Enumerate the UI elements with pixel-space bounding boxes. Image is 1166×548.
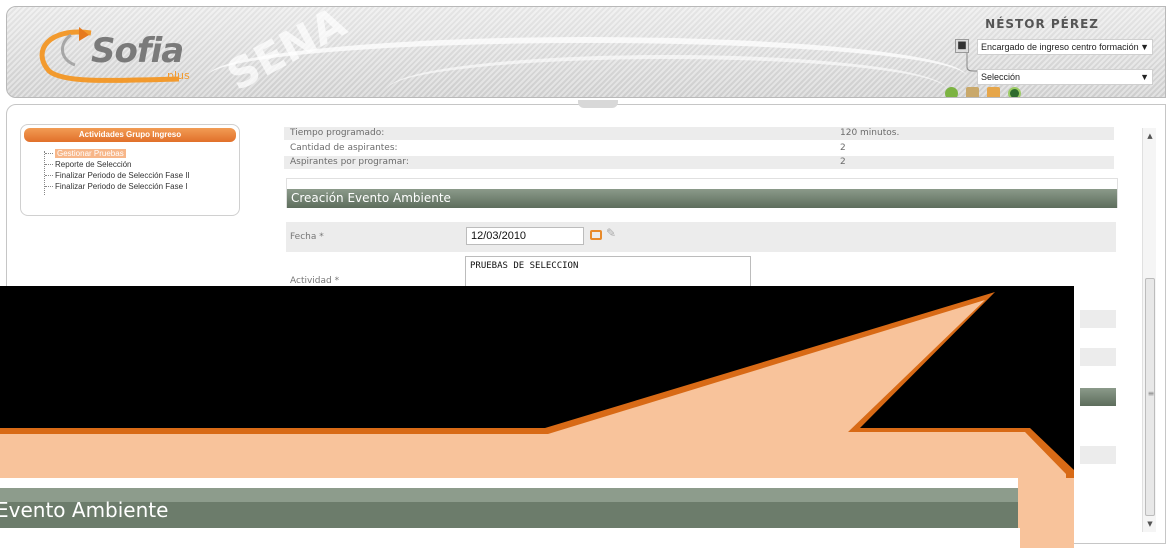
callout-section-title: Evento Ambiente — [0, 498, 169, 522]
form-row — [1080, 348, 1116, 366]
sofia-plus-logo: Sofia plus — [29, 21, 209, 85]
actividad-textarea[interactable]: PRUEBAS DE SELECCION — [465, 256, 751, 296]
app-header: SENA Sofia plus NÉSTOR PÉREZ ■ Encargado… — [6, 6, 1166, 98]
info-row: Cantidad de aspirantes: 2 — [284, 142, 1114, 155]
menu-item-reporte-seleccion[interactable]: Reporte de Selección — [45, 159, 239, 170]
menu-item-finalizar-fase-i[interactable]: Finalizar Periodo de Selección Fase I — [45, 181, 239, 192]
home-icon[interactable] — [987, 87, 1000, 97]
activities-menu: Actividades Grupo Ingreso Gestionar Prue… — [20, 124, 240, 216]
grip-icon: ≡ — [1147, 389, 1155, 398]
role-select-value: Encargado de ingreso centro formación — [981, 42, 1139, 52]
menu-title: Actividades Grupo Ingreso — [24, 128, 236, 142]
vertical-scrollbar[interactable]: ▲ ≡ ▼ — [1142, 128, 1156, 532]
help-icon[interactable] — [945, 87, 958, 97]
scroll-down-icon[interactable]: ▼ — [1143, 518, 1157, 530]
info-row: Aspirantes por programar: 2 — [284, 156, 1114, 169]
info-value: 2 — [840, 143, 846, 153]
clear-date-icon[interactable]: ✎ — [606, 226, 616, 240]
info-label: Tiempo programado: — [290, 128, 385, 138]
fecha-row: Fecha * 12/03/2010 ✎ — [286, 222, 1116, 252]
user-name: NÉSTOR PÉREZ — [985, 17, 1099, 31]
menu-item-finalizar-fase-ii[interactable]: Finalizar Periodo de Selección Fase II — [45, 170, 239, 181]
menu-item-gestionar-pruebas[interactable]: Gestionar Pruebas — [45, 148, 239, 159]
scroll-up-icon[interactable]: ▲ — [1143, 130, 1157, 142]
actividad-label: Actividad * — [290, 276, 340, 286]
user-icon: ■ — [955, 39, 969, 53]
logo-text: Sofia — [91, 31, 184, 71]
role-select[interactable]: Encargado de ingreso centro formación ▼ — [977, 39, 1153, 55]
info-value: 120 minutos. — [840, 128, 900, 138]
section-header — [1080, 388, 1116, 406]
fecha-input[interactable]: 12/03/2010 — [466, 227, 584, 245]
calendar-icon[interactable] — [590, 230, 602, 240]
section-header: Creación Evento Ambiente — [286, 178, 1118, 208]
header-action-icons — [945, 87, 1021, 97]
logo-subtext: plus — [167, 69, 190, 82]
collapse-handle[interactable] — [578, 100, 618, 108]
chevron-down-icon: ▼ — [1140, 72, 1149, 82]
info-label: Aspirantes por programar: — [290, 157, 409, 167]
power-icon[interactable] — [1008, 87, 1021, 97]
info-value: 2 — [840, 157, 846, 167]
form-row — [1080, 310, 1116, 328]
module-select[interactable]: Selección ▼ — [977, 69, 1153, 85]
info-label: Cantidad de aspirantes: — [290, 143, 398, 153]
info-row: Tiempo programado: 120 minutos. — [284, 127, 1114, 140]
fecha-label: Fecha * — [290, 232, 324, 242]
mail-icon[interactable] — [966, 87, 979, 97]
user-panel: NÉSTOR PÉREZ ■ Encargado de ingreso cent… — [935, 17, 1155, 97]
form-row — [1080, 446, 1116, 464]
module-select-value: Selección — [981, 72, 1021, 82]
scroll-thumb[interactable]: ≡ — [1145, 278, 1155, 516]
chevron-down-icon: ▼ — [1140, 42, 1149, 52]
section-title: Creación Evento Ambiente — [287, 189, 1117, 208]
